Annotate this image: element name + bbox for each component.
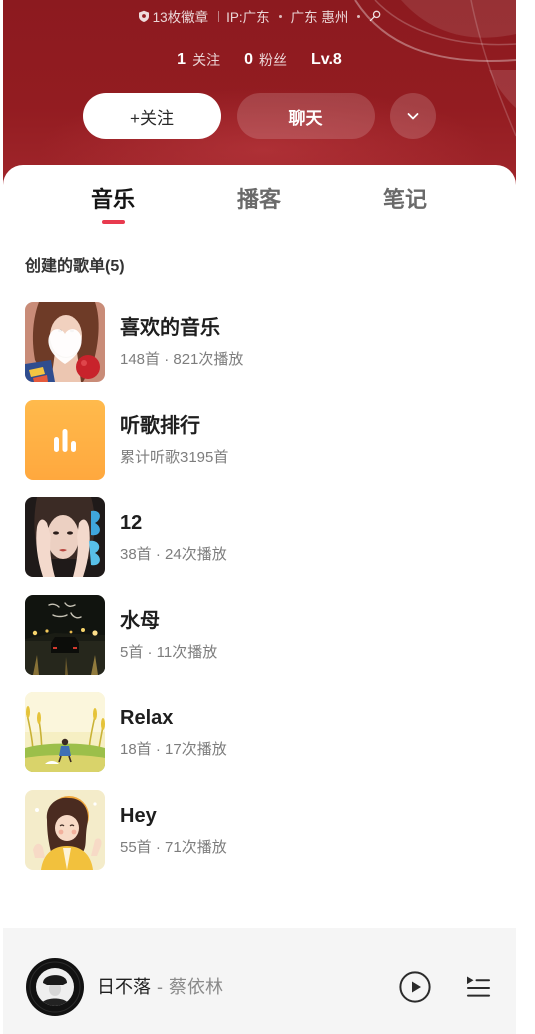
chat-button[interactable]: 聊天 (236, 93, 375, 139)
playlist-title: Hey (120, 804, 157, 827)
playlist-button[interactable] (464, 973, 492, 1001)
following-stat[interactable]: 1 关注 (177, 50, 220, 70)
ip-location: IP:广东 (226, 10, 270, 25)
playlist-item[interactable]: Hey 55首 · 71次播放 (25, 789, 495, 888)
playlist-subtitle: 55首 · 71次播放 (120, 838, 227, 856)
playlist-title: 听歌排行 (120, 414, 200, 437)
playlist-subtitle: 5首 · 11次播放 (120, 643, 218, 661)
playlist-subtitle: 38首 · 24次播放 (120, 546, 227, 564)
meta-dot (357, 14, 361, 18)
meta-divider (218, 10, 220, 22)
badge-icon[interactable] (138, 10, 150, 22)
level-badge[interactable]: Lv.8 (311, 51, 342, 69)
playlist-item[interactable]: 喜欢的音乐 148首 · 821次播放 (25, 302, 495, 400)
profile-content-card: 音乐 播客 笔记 创建的歌单(5) 喜欢的音乐 148首 · 821次播放 听歌… (3, 165, 516, 1034)
tab-notes[interactable]: 笔记 (332, 185, 478, 225)
badge-count[interactable]: 13枚徽章 (153, 6, 209, 26)
playlist-subtitle: 18首 · 17次播放 (120, 741, 227, 759)
following-count: 1 (177, 51, 187, 68)
playlist-item[interactable]: 水母 5首 · 11次播放 (25, 594, 495, 693)
playlist-title: 喜欢的音乐 (120, 317, 220, 339)
playlist-title: Relax (120, 707, 174, 730)
followers-label: 粉丝 (258, 52, 287, 68)
profile-meta-row: 13枚徽章 IP:广东 广东 惠州 (3, 6, 516, 26)
playlist-text: 喜欢的音乐 148首 · 821次播放 (120, 302, 243, 370)
meta-dot (278, 14, 282, 18)
playlist-item[interactable]: 听歌排行 累计听歌3195首 (25, 399, 495, 498)
playlist-list: 喜欢的音乐 148首 · 821次播放 听歌排行 累计听歌3195首 12 38… (25, 302, 495, 888)
profile-actions: +关注 聊天 (3, 93, 516, 139)
playlist-text: Relax 18首 · 17次播放 (120, 692, 227, 760)
playlist-cover (25, 594, 105, 675)
playlist-cover (25, 692, 105, 773)
now-playing-artist: 蔡依林 (169, 977, 223, 997)
tab-label: 播客 (236, 187, 281, 212)
followers-stat[interactable]: 0 粉丝 (244, 50, 287, 70)
tab-active-indicator (101, 220, 125, 224)
playlist-text: 听歌排行 累计听歌3195首 (120, 400, 228, 468)
playlist-cover (25, 497, 105, 578)
playlist-text: Hey 55首 · 71次播放 (120, 790, 227, 858)
created-playlists-title: 创建的歌单(5) (25, 258, 125, 275)
profile-stats-row: 1 关注 0 粉丝 Lv.8 (3, 49, 516, 71)
mini-player[interactable]: 日不落 - 蔡依林 (3, 928, 516, 1034)
chevron-down-icon (405, 108, 421, 124)
playlist-cover (25, 302, 105, 382)
now-playing-text[interactable]: 日不落 - 蔡依林 (97, 975, 223, 999)
playlist-icon (467, 976, 490, 997)
tab-bar: 音乐 播客 笔记 (40, 185, 478, 225)
playlist-text: 水母 5首 · 11次播放 (120, 595, 217, 663)
playlist-text: 12 38首 · 24次播放 (120, 497, 227, 565)
follow-button[interactable]: +关注 (83, 93, 221, 139)
now-playing-song: 日不落 (97, 977, 151, 997)
playlist-title: 12 (120, 512, 143, 535)
playlist-cover (25, 399, 105, 480)
tab-label: 笔记 (382, 187, 427, 212)
followers-count: 0 (244, 51, 253, 68)
tab-label: 音乐 (90, 187, 135, 212)
now-playing-separator: - (157, 977, 163, 997)
playlist-item[interactable]: 12 38首 · 24次播放 (25, 497, 495, 595)
playlist-title: 水母 (120, 609, 160, 632)
following-label: 关注 (192, 52, 221, 68)
play-button[interactable] (399, 971, 431, 1003)
playlist-subtitle: 累计听歌3195首 (120, 448, 229, 466)
playlist-item[interactable]: Relax 18首 · 17次播放 (25, 692, 495, 790)
play-icon (399, 971, 431, 1003)
location: 广东 惠州 (290, 10, 349, 25)
gender-icon (369, 10, 381, 22)
tab-podcast[interactable]: 播客 (186, 185, 332, 225)
tab-music[interactable]: 音乐 (40, 185, 186, 225)
playlist-subtitle: 148首 · 821次播放 (120, 351, 244, 368)
playlist-cover (25, 789, 105, 870)
more-button[interactable] (390, 93, 436, 139)
now-playing-disc[interactable] (26, 958, 84, 1016)
